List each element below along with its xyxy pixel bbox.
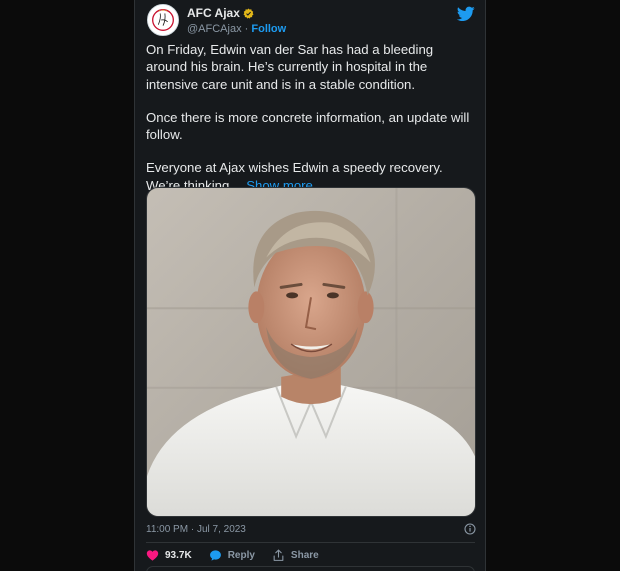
account-display-name[interactable]: AFC Ajax [187, 6, 240, 20]
follow-button[interactable]: Follow [251, 23, 286, 35]
info-icon[interactable] [464, 523, 476, 535]
twitter-bird-icon[interactable] [457, 6, 475, 22]
tweet-text: On Friday, Edwin van der Sar has had a b… [146, 41, 476, 210]
like-count: 93.7K [165, 549, 192, 561]
heart-icon [146, 549, 159, 561]
reply-bubble-icon [209, 549, 221, 561]
divider [146, 542, 475, 543]
read-replies-button-edge [146, 566, 475, 571]
tweet-meta: 11:00 PM · Jul 7, 2023 [146, 523, 476, 537]
share-button[interactable]: Share [272, 549, 319, 562]
tweet-paragraph: Once there is more concrete information,… [146, 109, 470, 143]
account-info: AFC Ajax @AFCAjax · Follow [187, 6, 286, 36]
like-button[interactable]: 93.7K [146, 549, 192, 562]
embedded-tweet-card: AFC Ajax @AFCAjax · Follow On Friday, Ed… [134, 0, 486, 571]
tweet-actions: 93.7K Reply Share [146, 548, 336, 562]
avatar[interactable] [147, 4, 179, 36]
tweet-photo[interactable] [146, 187, 476, 517]
tweet-paragraph: On Friday, Edwin van der Sar has had a b… [146, 42, 434, 92]
ajax-crest-icon [148, 5, 178, 35]
portrait-photo [147, 188, 475, 516]
page: AFC Ajax @AFCAjax · Follow On Friday, Ed… [0, 0, 620, 571]
share-label: Share [290, 549, 319, 561]
tweet-header: AFC Ajax @AFCAjax · Follow [147, 4, 475, 40]
reply-button[interactable]: Reply [209, 549, 255, 562]
share-upload-icon [273, 549, 284, 561]
account-handle[interactable]: @AFCAjax [187, 23, 242, 35]
separator-dot: · [244, 23, 249, 35]
reply-label: Reply [227, 549, 255, 561]
gold-verified-badge-icon [243, 8, 254, 19]
tweet-timestamp[interactable]: 11:00 PM · Jul 7, 2023 [146, 524, 246, 535]
